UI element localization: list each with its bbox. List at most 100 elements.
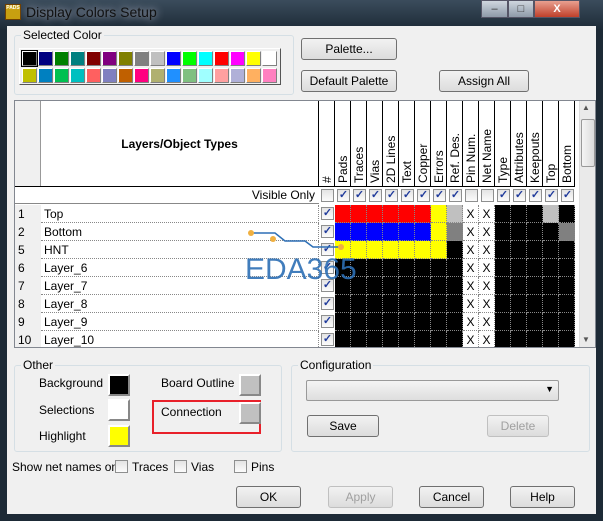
color-cell[interactable]: [431, 205, 447, 223]
column-header[interactable]: Text: [399, 101, 415, 187]
color-cell[interactable]: [431, 277, 447, 295]
color-cell[interactable]: X: [479, 223, 495, 241]
column-header[interactable]: Pads: [335, 101, 351, 187]
color-cell[interactable]: [399, 313, 415, 331]
color-cell[interactable]: [383, 331, 399, 347]
layer-name[interactable]: Layer_8: [41, 295, 319, 313]
palette-swatch[interactable]: [182, 51, 197, 66]
palette-swatch[interactable]: [198, 68, 213, 83]
color-cell[interactable]: [383, 223, 399, 241]
visible-only-checkbox[interactable]: ✓: [529, 189, 542, 202]
visible-only-checkbox[interactable]: [321, 189, 334, 202]
visible-only-checkbox[interactable]: ✓: [337, 189, 350, 202]
color-cell[interactable]: [415, 205, 431, 223]
palette-swatch[interactable]: [38, 51, 53, 66]
color-cell[interactable]: [495, 295, 511, 313]
palette-swatch[interactable]: [214, 51, 229, 66]
color-cell[interactable]: [415, 277, 431, 295]
color-cell[interactable]: [431, 331, 447, 347]
color-cell[interactable]: [495, 223, 511, 241]
color-cell[interactable]: [527, 223, 543, 241]
color-cell[interactable]: [559, 313, 575, 331]
board-outline-color-swatch[interactable]: [239, 374, 261, 396]
help-button[interactable]: Help: [510, 486, 575, 508]
color-cell[interactable]: [527, 295, 543, 313]
palette-swatch[interactable]: [230, 51, 245, 66]
color-cell[interactable]: [367, 313, 383, 331]
color-cell[interactable]: X: [463, 295, 479, 313]
color-cell[interactable]: [415, 295, 431, 313]
palette-swatch[interactable]: [134, 68, 149, 83]
palette-swatch[interactable]: [22, 68, 37, 83]
color-cell[interactable]: [495, 259, 511, 277]
color-cell[interactable]: [415, 241, 431, 259]
palette-swatch[interactable]: [198, 51, 213, 66]
palette-swatch[interactable]: [166, 51, 181, 66]
color-cell[interactable]: [415, 313, 431, 331]
palette-swatch[interactable]: [246, 68, 261, 83]
scroll-down-icon[interactable]: ▼: [582, 335, 590, 344]
color-cell[interactable]: [399, 295, 415, 313]
color-cell[interactable]: X: [463, 241, 479, 259]
column-header[interactable]: Bottom: [559, 101, 575, 187]
layer-name[interactable]: Top: [41, 205, 319, 223]
palette-swatch[interactable]: [182, 68, 197, 83]
color-cell[interactable]: [431, 259, 447, 277]
vertical-scrollbar[interactable]: ▲ ▼: [579, 101, 595, 347]
color-cell[interactable]: X: [463, 313, 479, 331]
color-cell[interactable]: [351, 205, 367, 223]
color-cell[interactable]: [447, 313, 463, 331]
column-header[interactable]: Ref. Des.: [447, 101, 463, 187]
color-cell[interactable]: [559, 259, 575, 277]
color-cell[interactable]: [367, 277, 383, 295]
color-cell[interactable]: [415, 223, 431, 241]
color-cell[interactable]: X: [463, 259, 479, 277]
color-cell[interactable]: X: [479, 259, 495, 277]
color-cell[interactable]: [335, 205, 351, 223]
connection-color-swatch[interactable]: [239, 402, 261, 424]
color-cell[interactable]: X: [479, 277, 495, 295]
color-cell[interactable]: [415, 259, 431, 277]
maximize-button[interactable]: □: [508, 0, 534, 18]
visible-only-checkbox[interactable]: ✓: [513, 189, 526, 202]
palette-swatch[interactable]: [21, 50, 38, 67]
color-cell[interactable]: [447, 223, 463, 241]
color-cell[interactable]: [351, 313, 367, 331]
color-cell[interactable]: [447, 331, 463, 347]
palette-swatch[interactable]: [86, 51, 101, 66]
visible-only-checkbox[interactable]: [465, 189, 478, 202]
scroll-up-icon[interactable]: ▲: [582, 103, 590, 112]
close-button[interactable]: X: [534, 0, 580, 18]
color-cell[interactable]: [543, 259, 559, 277]
color-cell[interactable]: [367, 259, 383, 277]
color-cell[interactable]: [399, 277, 415, 295]
minimize-button[interactable]: –: [481, 0, 508, 18]
color-cell[interactable]: [527, 241, 543, 259]
palette-button[interactable]: Palette...: [301, 38, 397, 60]
column-header[interactable]: Errors: [431, 101, 447, 187]
color-cell[interactable]: [367, 223, 383, 241]
palette-swatch[interactable]: [246, 51, 261, 66]
palette-swatch[interactable]: [54, 51, 69, 66]
column-header[interactable]: Keepouts: [527, 101, 543, 187]
color-cell[interactable]: [351, 223, 367, 241]
scroll-thumb[interactable]: [581, 119, 595, 167]
color-cell[interactable]: [495, 241, 511, 259]
configuration-dropdown[interactable]: ▼: [306, 380, 559, 401]
color-cell[interactable]: [399, 205, 415, 223]
color-cell[interactable]: [383, 259, 399, 277]
save-button[interactable]: Save: [307, 415, 379, 437]
color-cell[interactable]: [543, 205, 559, 223]
visible-only-checkbox[interactable]: ✓: [401, 189, 414, 202]
layer-name[interactable]: Layer_9: [41, 313, 319, 331]
palette-swatch[interactable]: [102, 68, 117, 83]
visible-only-checkbox[interactable]: ✓: [545, 189, 558, 202]
palette-swatch[interactable]: [118, 68, 133, 83]
color-cell[interactable]: [399, 331, 415, 347]
background-color-swatch[interactable]: [108, 374, 130, 396]
column-header[interactable]: Vias: [367, 101, 383, 187]
color-cell[interactable]: [335, 331, 351, 347]
color-cell[interactable]: [511, 331, 527, 347]
color-cell[interactable]: [447, 205, 463, 223]
column-header[interactable]: 2D Lines: [383, 101, 399, 187]
